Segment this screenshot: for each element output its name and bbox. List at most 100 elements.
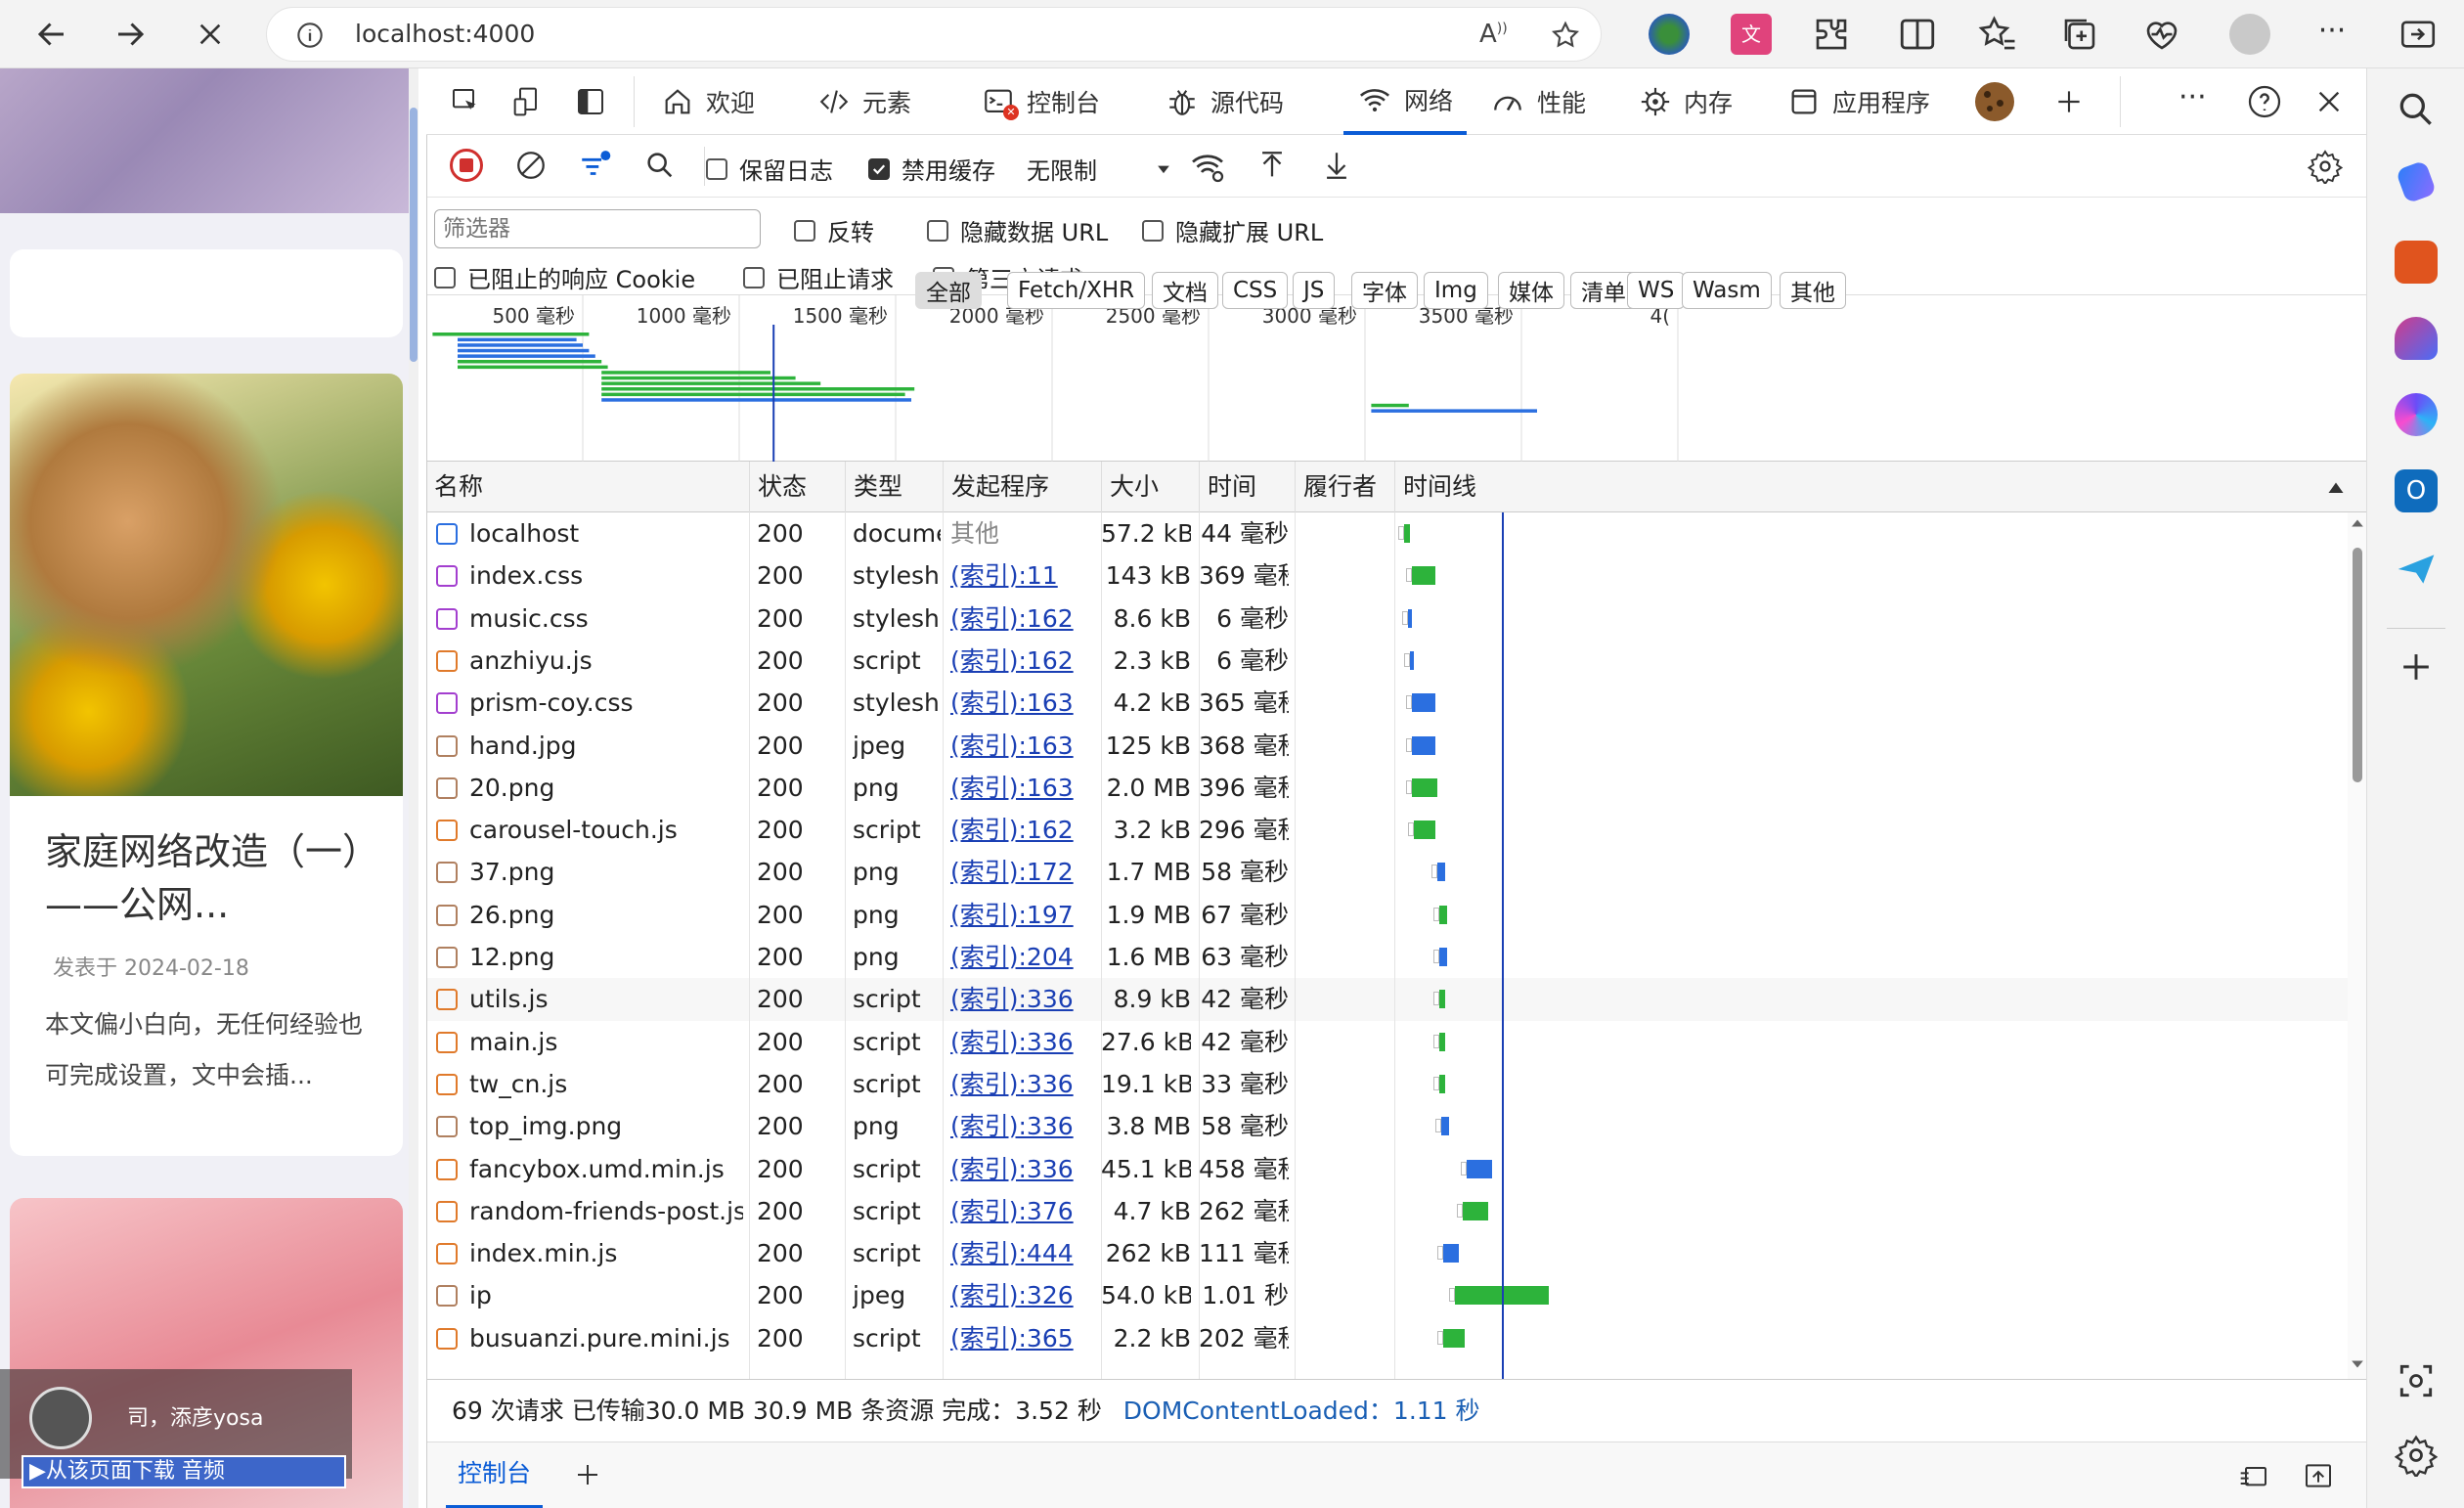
profile-avatar[interactable] [2229,14,2270,55]
tab-memory[interactable]: 内存 [1639,68,1733,135]
invert-checkbox[interactable]: 反转 [794,213,874,247]
request-row[interactable]: tw_cn.js 200 script (索引):336 19.1 kB 33 毫秒 [426,1063,2348,1105]
filter-type-1[interactable]: Fetch/XHR [1007,272,1146,309]
filter-type-2[interactable]: 文档 [1152,272,1218,309]
request-initiator[interactable]: (索引):162 [950,598,1097,640]
preserve-log-checkbox[interactable]: 保留日志 [706,152,833,186]
filter-type-3[interactable]: CSS [1222,272,1289,309]
filter-type-9[interactable]: WS [1627,272,1686,309]
disable-cache-checkbox[interactable]: 禁用缓存 [868,152,995,186]
tab-console[interactable]: ✕ 控制台 [982,68,1100,135]
filter-type-0[interactable]: 全部 [915,272,982,309]
request-name[interactable]: localhost [469,512,743,554]
filter-type-4[interactable]: JS [1293,272,1336,309]
sidebar-toggle-icon[interactable] [2398,14,2439,55]
network-settings-gear-icon[interactable] [2308,149,2343,184]
request-name[interactable]: main.js [469,1021,743,1063]
request-row[interactable]: fancybox.umd.min.js 200 script (索引):336 45.1… [426,1148,2348,1190]
blocked-cookies-checkbox[interactable]: 已阻止的响应 Cookie [434,260,695,294]
checkbox-checked[interactable] [868,157,890,180]
request-name[interactable]: random-friends-post.js [469,1190,743,1232]
request-row[interactable]: index.min.js 200 script (索引):444 262 kB 111 毫… [426,1232,2348,1274]
filter-type-5[interactable]: 字体 [1351,272,1418,309]
filter-toggle-button[interactable] [577,149,612,182]
tools-briefcase-icon[interactable] [2395,241,2438,284]
request-name[interactable]: index.min.js [469,1232,743,1274]
request-row[interactable]: 12.png 200 png (索引):204 1.6 MB 63 毫秒 [426,936,2348,978]
tab-application[interactable]: 应用程序 [1787,68,1930,135]
request-initiator[interactable]: (索引):444 [950,1232,1097,1274]
request-row[interactable]: anzhiyu.js 200 script (索引):162 2.3 kB 6 毫秒 [426,640,2348,682]
request-name[interactable]: utils.js [469,978,743,1020]
request-name[interactable]: 37.png [469,851,743,893]
page-scrollbar[interactable] [409,68,418,1508]
request-initiator[interactable]: (索引):204 [950,936,1097,978]
more-options-icon[interactable]: ··· [2178,80,2207,114]
column-waterfall[interactable]: 时间线 [1394,462,1619,512]
request-name[interactable]: anzhiyu.js [469,640,743,682]
split-screen-icon[interactable] [1897,14,1938,55]
filter-type-7[interactable]: 媒体 [1498,272,1564,309]
forward-button[interactable] [106,10,154,59]
add-tab-icon[interactable] [2053,86,2085,117]
stop-loading-button[interactable] [186,10,235,59]
search-icon[interactable] [2395,88,2438,131]
request-initiator[interactable]: (索引):376 [950,1190,1097,1232]
blocked-requests-checkbox[interactable]: 已阻止请求 [743,260,894,294]
request-name[interactable]: index.css [469,554,743,597]
sidebar-settings-gear-icon[interactable] [2395,1434,2438,1477]
filter-type-6[interactable]: Img [1424,272,1488,309]
record-stop-button[interactable] [450,149,483,182]
column-status[interactable]: 状态 [749,462,845,512]
favorites-icon[interactable] [1977,14,2018,55]
clear-icon[interactable] [514,149,548,182]
back-button[interactable] [27,10,76,59]
request-name[interactable]: 12.png [469,936,743,978]
request-initiator[interactable]: (索引):336 [950,1063,1097,1105]
request-row[interactable]: 26.png 200 png (索引):197 1.9 MB 67 毫秒 [426,894,2348,936]
close-devtools-icon[interactable] [2313,86,2345,117]
url-text[interactable]: localhost:4000 [355,20,535,48]
request-row[interactable]: busuanzi.pure.mini.js 200 script (索引):365 2.… [426,1317,2348,1359]
tab-performance[interactable]: 性能 [1490,68,1586,135]
checkbox[interactable] [743,266,765,288]
shopping-tag-icon[interactable] [2395,159,2438,204]
copilot-icon[interactable] [2395,393,2438,436]
network-overview-timeline[interactable]: 500 毫秒 1000 毫秒 1500 毫秒 2000 毫秒 2500 毫秒 3000 毫… [426,295,2366,462]
outlook-icon[interactable]: O [2395,469,2438,512]
request-row[interactable]: carousel-touch.js 200 script (索引):162 3.2 kB… [426,809,2348,851]
filter-input[interactable] [434,209,761,248]
checkbox[interactable] [434,266,456,288]
browser-essentials-icon[interactable] [2141,14,2182,55]
request-row[interactable]: hand.jpg 200 jpeg (索引):163 125 kB 368 毫秒 [426,725,2348,767]
request-initiator[interactable]: (索引):336 [950,1021,1097,1063]
tab-elements[interactable]: 元素 [817,68,911,135]
cookie-editor-icon[interactable] [1975,82,2014,121]
request-initiator[interactable]: (索引):326 [950,1274,1097,1316]
request-initiator[interactable]: (索引):162 [950,640,1097,682]
checkbox[interactable] [794,219,815,242]
column-time[interactable]: 时间 [1199,462,1295,512]
hide-data-url-checkbox[interactable]: 隐藏数据 URL [927,213,1108,247]
download-audio-button[interactable]: ▶从该页面下载 音频 [22,1455,346,1488]
request-row[interactable]: localhost 200 document 其他 57.2 kB 44 毫秒 [426,512,2348,554]
tab-welcome[interactable]: 欢迎 [661,68,755,135]
request-initiator[interactable]: (索引):162 [950,809,1097,851]
extension-globe-icon[interactable] [1649,14,1690,55]
table-scrollbar[interactable] [2348,512,2366,1379]
export-har-icon[interactable] [1320,149,1353,182]
request-row[interactable]: top_img.png 200 png (索引):336 3.8 MB 58 毫秒 [426,1105,2348,1147]
post-title[interactable]: 家庭网络改造（一）——公网... [45,825,377,931]
request-initiator[interactable]: (索引):163 [950,682,1097,724]
quick-view-icon[interactable] [2237,1460,2270,1491]
send-telegram-icon[interactable] [2395,548,2438,591]
request-row[interactable]: 37.png 200 png (索引):172 1.7 MB 58 毫秒 [426,851,2348,893]
tab-network[interactable]: 网络 [1343,68,1468,135]
device-emulation-icon[interactable] [512,86,544,117]
info-icon[interactable] [296,22,324,49]
column-initiator[interactable]: 发起程序 [943,462,1101,512]
post-card[interactable]: 家庭网络改造（一）——公网... 发表于 2024-02-18 本文偏小白向，无… [10,374,403,1156]
sort-ascending-icon[interactable] [2327,479,2345,495]
checkbox[interactable] [927,219,948,242]
request-name[interactable]: top_img.png [469,1105,743,1147]
